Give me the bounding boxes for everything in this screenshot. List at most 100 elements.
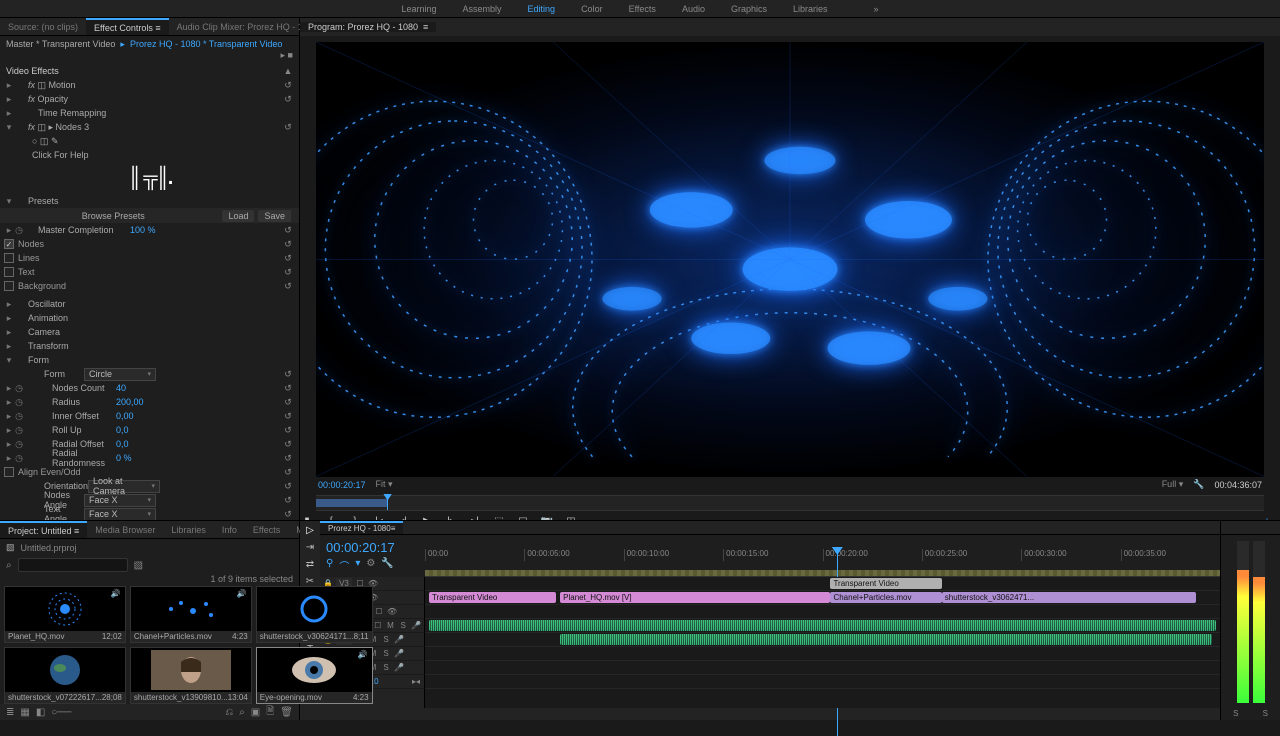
form-dropdown[interactable]: Circle▾ bbox=[84, 368, 156, 381]
program-current-time[interactable]: 00:00:20:17 bbox=[318, 480, 366, 490]
stopwatch-icon[interactable]: ◷ bbox=[14, 225, 24, 236]
track-select-tool-icon[interactable]: ⇥ bbox=[306, 542, 314, 553]
trash-icon[interactable]: 🗑 bbox=[280, 707, 293, 718]
timeline-panel: Prorez HQ - 1080 ≡ 00:00:20:17 ⚲ ⌒ ▾ ⚙ 🔧… bbox=[320, 521, 1220, 720]
clip[interactable]: Transparent Video bbox=[429, 592, 556, 603]
snap-icon[interactable]: ⚲ bbox=[326, 558, 333, 573]
sequence-tab[interactable]: Prorez HQ - 1080 ≡ bbox=[320, 521, 403, 534]
project-item[interactable]: shutterstock_v13909810...13:04 bbox=[130, 647, 252, 704]
twirl-icon[interactable]: ▸ bbox=[4, 80, 14, 91]
tab-effects[interactable]: Effects bbox=[245, 521, 288, 538]
ws-assembly[interactable]: Assembly bbox=[463, 4, 502, 14]
text-checkbox[interactable] bbox=[4, 267, 14, 277]
source-panel-tabs: Source: (no clips) Effect Controls ≡ Aud… bbox=[0, 18, 299, 36]
program-scrubber[interactable] bbox=[316, 495, 1264, 511]
project-item[interactable]: 🔊Planet_HQ.mov12;02 bbox=[4, 586, 126, 643]
ws-effects[interactable]: Effects bbox=[629, 4, 656, 14]
project-item-selected[interactable]: 🔊Eye-opening.mov4:23 bbox=[256, 647, 373, 704]
clip[interactable]: Transparent Video bbox=[830, 578, 941, 589]
new-bin-icon[interactable]: ▧ bbox=[134, 560, 143, 571]
twirl-icon[interactable]: ▾ bbox=[4, 122, 14, 133]
program-tab[interactable]: Program: Prorez HQ - 1080 ≡ bbox=[300, 22, 436, 32]
nodes-count-value[interactable]: 40 bbox=[116, 383, 186, 393]
find-icon[interactable]: ⌕ bbox=[239, 707, 245, 718]
ws-learning[interactable]: Learning bbox=[401, 4, 436, 14]
tab-media-browser[interactable]: Media Browser bbox=[87, 521, 163, 538]
program-viewport[interactable] bbox=[316, 42, 1264, 477]
ws-audio[interactable]: Audio bbox=[682, 4, 705, 14]
clip-source-path: Master * Transparent Video ▸ Prorez HQ -… bbox=[0, 36, 299, 64]
project-panel: Project: Untitled ≡ Media Browser Librar… bbox=[0, 521, 300, 720]
ws-editing[interactable]: Editing bbox=[528, 4, 556, 14]
radius-value[interactable]: 200,00 bbox=[116, 397, 186, 407]
program-monitor: Program: Prorez HQ - 1080 ≡ bbox=[300, 18, 1280, 534]
program-duration: 00:04:36:07 bbox=[1214, 480, 1262, 490]
reset-icon[interactable]: ↺ bbox=[281, 80, 295, 91]
search-icon[interactable]: ⌕ bbox=[6, 560, 12, 571]
rollup-value[interactable]: 0,0 bbox=[116, 425, 186, 435]
project-search-input[interactable] bbox=[18, 558, 128, 572]
load-button[interactable]: Load bbox=[222, 210, 254, 222]
settings-icon[interactable]: ⚙ bbox=[366, 558, 375, 573]
ripple-edit-tool-icon[interactable]: ⇄ bbox=[306, 559, 314, 570]
ws-overflow-icon[interactable]: » bbox=[874, 4, 879, 14]
linked-selection-icon[interactable]: ⌒ bbox=[339, 558, 349, 573]
text-angle-dropdown[interactable]: Face X▾ bbox=[84, 508, 156, 521]
clip[interactable]: Planet_HQ.mov [V] bbox=[560, 592, 830, 603]
timeline-timecode[interactable]: 00:00:20:17 bbox=[326, 540, 419, 555]
inner-offset-value[interactable]: 0,00 bbox=[116, 411, 186, 421]
ws-graphics[interactable]: Graphics bbox=[731, 4, 767, 14]
align-even-odd-checkbox[interactable] bbox=[4, 467, 14, 477]
icon-view-icon[interactable]: ▦ bbox=[20, 707, 29, 718]
ws-color[interactable]: Color bbox=[581, 4, 603, 14]
tab-project[interactable]: Project: Untitled ≡ bbox=[0, 521, 87, 538]
meter-right bbox=[1253, 541, 1265, 703]
zoom-slider[interactable]: ○── bbox=[51, 707, 71, 718]
marker-icon[interactable]: ▾ bbox=[355, 558, 360, 573]
workspace-bar: Learning Assembly Editing Color Effects … bbox=[0, 0, 1280, 18]
timeline-tracks[interactable]: Transparent Video Transparent Video Plan… bbox=[425, 577, 1220, 708]
project-footer: ≣ ▦ ◧ ○── ⎌ ⌕ ▣ 🗎 🗑 bbox=[0, 704, 299, 720]
tab-info[interactable]: Info bbox=[214, 521, 245, 538]
selection-tool-icon[interactable]: ▷ bbox=[306, 525, 314, 536]
twirl-icon[interactable]: ▸ bbox=[4, 108, 14, 119]
twirl-icon[interactable]: ▸ bbox=[4, 94, 14, 105]
lines-checkbox[interactable] bbox=[4, 253, 14, 263]
nodes-checkbox[interactable] bbox=[4, 239, 14, 249]
save-button[interactable]: Save bbox=[258, 210, 291, 222]
freeform-view-icon[interactable]: ◧ bbox=[36, 707, 45, 718]
clip[interactable]: shutterstock_v3062471... bbox=[942, 592, 1196, 603]
radial-offset-value[interactable]: 0,0 bbox=[116, 439, 186, 449]
timeline-scrollbar[interactable] bbox=[320, 708, 1220, 720]
master-completion-value[interactable]: 100 % bbox=[130, 225, 200, 235]
audio-clip[interactable] bbox=[429, 620, 1216, 631]
nodes-angle-dropdown[interactable]: Face X▾ bbox=[84, 494, 156, 507]
preview-graphic bbox=[316, 42, 1264, 477]
automate-icon[interactable]: ⎌ bbox=[225, 707, 233, 718]
wrench-icon[interactable]: 🔧 bbox=[381, 558, 393, 573]
meter-left bbox=[1237, 541, 1249, 703]
new-item-icon[interactable]: 🗎 bbox=[266, 704, 274, 721]
twirl-icon[interactable]: ▾ bbox=[4, 196, 14, 207]
browse-presets-button[interactable]: Browse Presets bbox=[8, 211, 218, 221]
background-checkbox[interactable] bbox=[4, 281, 14, 291]
project-item[interactable]: shutterstock_v30624171...8;11 bbox=[256, 586, 373, 643]
resolution-dropdown[interactable]: Full ▾ bbox=[1162, 479, 1184, 490]
project-item[interactable]: 🔊Chanel+Particles.mov4:23 bbox=[130, 586, 252, 643]
list-view-icon[interactable]: ≣ bbox=[6, 707, 14, 718]
new-bin-icon[interactable]: ▣ bbox=[251, 707, 260, 718]
project-item[interactable]: shutterstock_v07222617...28;08 bbox=[4, 647, 126, 704]
time-ruler[interactable]: 00:00 00:00:05:00 00:00:10:00 00:00:15:0… bbox=[425, 535, 1220, 577]
tab-source[interactable]: Source: (no clips) bbox=[0, 18, 86, 35]
orientation-dropdown[interactable]: Look at Camera▾ bbox=[88, 480, 160, 493]
zoom-dropdown[interactable]: Fit ▾ bbox=[376, 479, 393, 490]
ws-libraries[interactable]: Libraries bbox=[793, 4, 828, 14]
audio-clip[interactable] bbox=[560, 634, 1212, 645]
twirl-icon[interactable]: ▾ bbox=[4, 355, 14, 366]
radial-randomness-value[interactable]: 0 % bbox=[116, 453, 186, 463]
settings-icon[interactable]: 🔧 bbox=[1193, 479, 1204, 490]
clip[interactable]: Chanel+Particles.mov bbox=[830, 592, 941, 603]
tab-libraries[interactable]: Libraries bbox=[163, 521, 214, 538]
tab-effect-controls[interactable]: Effect Controls ≡ bbox=[86, 18, 169, 35]
project-filename: Untitled.prproj bbox=[21, 543, 77, 553]
